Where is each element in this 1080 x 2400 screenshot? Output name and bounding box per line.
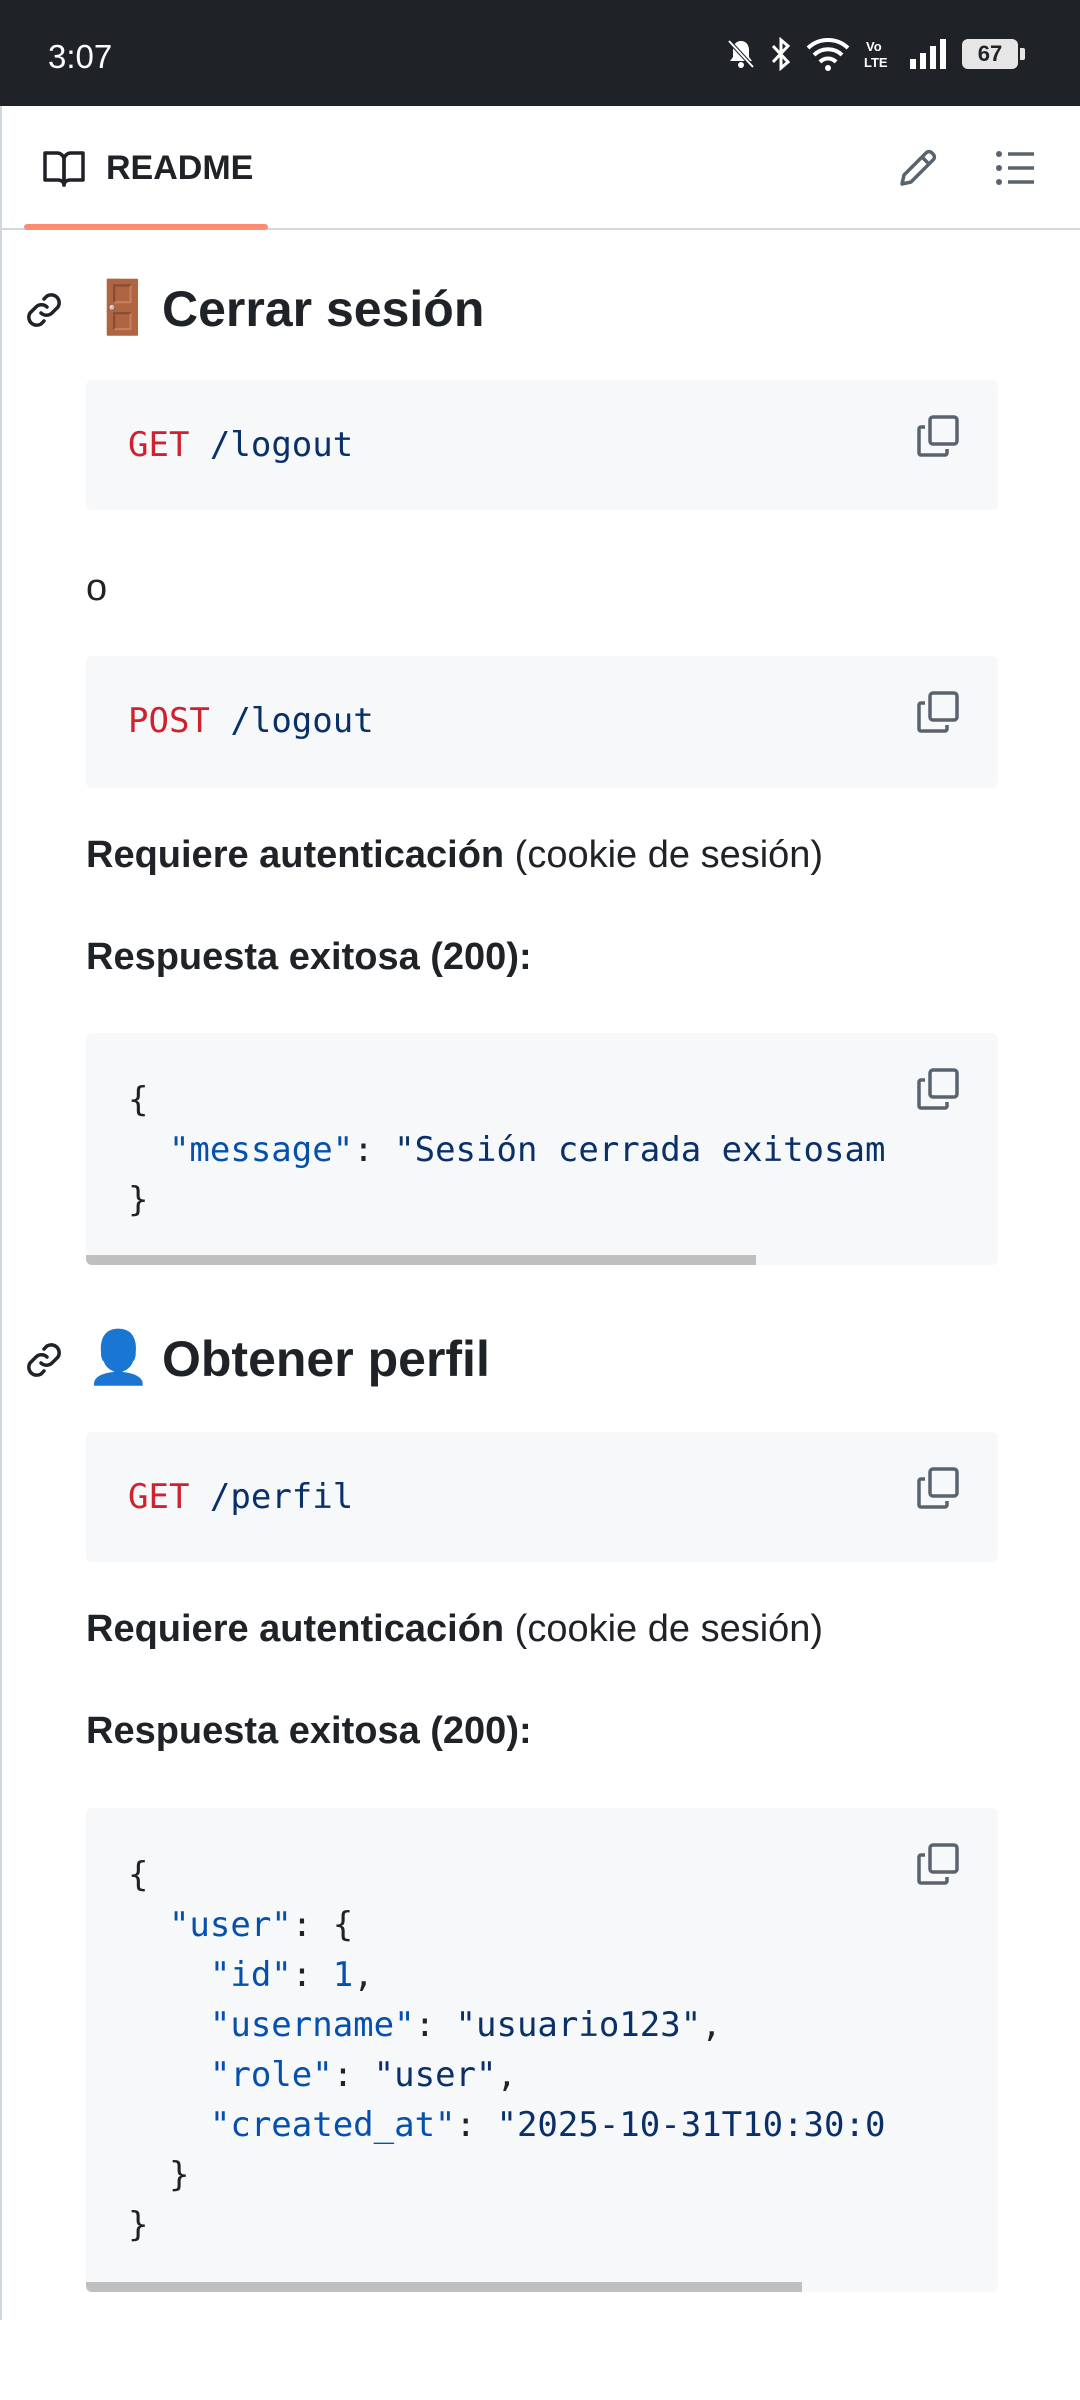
anchor-link-icon[interactable] (24, 1340, 64, 1380)
json-sep: : (353, 1130, 395, 1170)
endpoint-path: /perfil (209, 1477, 354, 1517)
auth-requirement-note: (cookie de sesión) (504, 1608, 824, 1650)
json-brace: } (128, 2205, 149, 2245)
door-emoji: 🚪 (90, 279, 155, 337)
tab-readme-label: README (106, 149, 254, 187)
auth-requirement-bold: Requiere autenticación (86, 1608, 505, 1650)
volte-icon: VoLTE (864, 39, 888, 70)
mute-icon (727, 39, 755, 69)
wifi-icon (806, 38, 850, 71)
json-key: "user" (168, 1905, 292, 1945)
json-brace: { (128, 1080, 149, 1120)
copy-icon[interactable] (916, 1466, 960, 1510)
json-brace: { (128, 1855, 149, 1895)
json-value: 1 (332, 1955, 354, 1995)
http-method: GET (128, 425, 190, 465)
code-block-perfil-response: { "user": { "id": 1, "username": "usuari… (86, 1808, 998, 2292)
json-value: "Sesión cerrada exitosamente" (394, 1130, 886, 1170)
signal-icon (910, 39, 946, 69)
endpoint-path: /logout (209, 425, 354, 465)
readme-content: 🚪 Cerrar sesión GET /logout o POST /logo… (0, 230, 1080, 2320)
tab-readme[interactable]: README (24, 106, 268, 230)
copy-icon[interactable] (916, 1067, 960, 1111)
pencil-icon[interactable] (896, 146, 940, 190)
json-key: "username" (209, 2005, 415, 2045)
user-emoji: 👤 (86, 1329, 151, 1387)
auth-requirement-note: (cookie de sesión) (504, 834, 824, 876)
svg-text:Vo: Vo (866, 39, 882, 54)
json-brace: } (168, 2155, 190, 2195)
status-icons: Vo LTE 67 (726, 34, 1025, 74)
http-method: POST (128, 701, 210, 741)
book-icon (43, 151, 85, 187)
json-brace: } (128, 1180, 149, 1220)
json-value: "usuario123" (455, 2005, 702, 2045)
copy-icon[interactable] (916, 414, 960, 458)
json-key: "message" (168, 1130, 354, 1170)
copy-icon[interactable] (916, 690, 960, 734)
horizontal-scrollbar[interactable] (86, 1255, 756, 1265)
response-label: Respuesta exitosa (200): (86, 936, 532, 978)
code-block-get-logout: GET /logout (86, 380, 998, 510)
json-value: "user" (373, 2055, 497, 2095)
json-key: "role" (209, 2055, 333, 2095)
battery-level: 67 (977, 41, 1003, 66)
auth-requirement: Requiere autenticación (cookie de sesión… (86, 834, 823, 877)
auth-requirement: Requiere autenticación (cookie de sesión… (86, 1608, 823, 1651)
json-sep: : { (291, 1905, 354, 1945)
tab-bar: README (0, 106, 1080, 230)
code-block-logout-response: { "message": "Sesión cerrada exitosament… (86, 1033, 998, 1265)
outline-list-icon[interactable] (994, 146, 1038, 190)
horizontal-scrollbar[interactable] (86, 2282, 802, 2292)
anchor-link-icon[interactable] (24, 290, 64, 330)
section-title: Obtener perfil (162, 1331, 490, 1387)
json-value: "2025-10-31T10:30:00" (496, 2105, 886, 2145)
auth-requirement-bold: Requiere autenticación (86, 834, 505, 876)
json-key: "created_at" (209, 2105, 456, 2145)
bluetooth-icon (771, 37, 791, 71)
status-bar: 3:07 Vo LTE 67 (0, 0, 1080, 106)
http-method: GET (128, 1477, 190, 1517)
endpoint-path: /logout (230, 701, 374, 741)
json-key: "id" (209, 1955, 292, 1995)
svg-text:LTE: LTE (864, 55, 888, 70)
status-time: 3:07 (48, 38, 113, 75)
copy-icon[interactable] (916, 1842, 960, 1886)
section-title: Cerrar sesión (162, 281, 485, 337)
or-text: o (86, 567, 108, 609)
code-block-get-perfil: GET /perfil (86, 1432, 998, 1562)
code-block-post-logout: POST /logout (86, 656, 998, 788)
battery-icon: 67 (962, 39, 1025, 69)
response-label: Respuesta exitosa (200): (86, 1710, 532, 1752)
